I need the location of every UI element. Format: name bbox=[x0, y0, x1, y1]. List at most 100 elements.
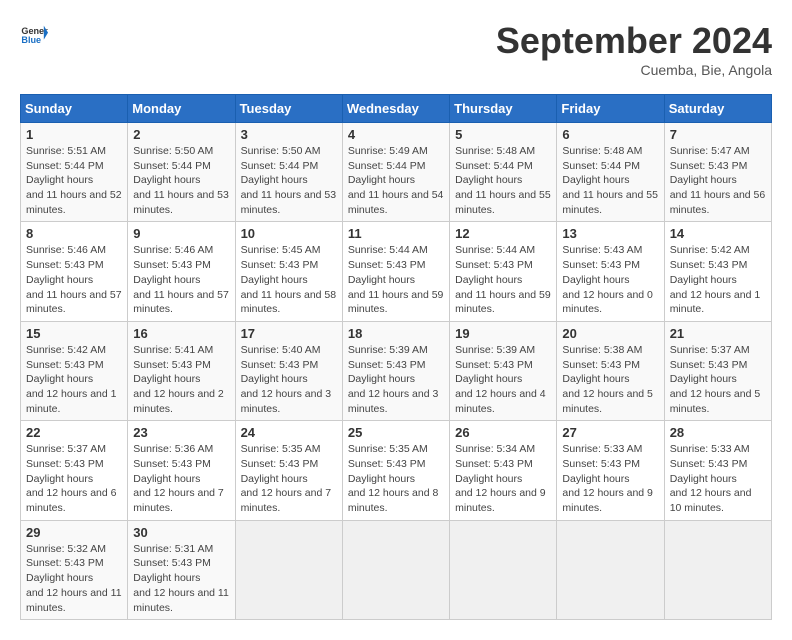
calendar-day-cell: 1 Sunrise: 5:51 AMSunset: 5:44 PMDaylight… bbox=[21, 123, 128, 222]
calendar-day-cell: 15 Sunrise: 5:42 AMSunset: 5:43 PMDayligh… bbox=[21, 321, 128, 420]
day-number: 21 bbox=[670, 326, 766, 341]
page-header: General Blue September 2024 Cuemba, Bie,… bbox=[20, 20, 772, 78]
weekday-header: Tuesday bbox=[235, 95, 342, 123]
logo-icon: General Blue bbox=[20, 20, 48, 48]
calendar-day-cell: 2 Sunrise: 5:50 AMSunset: 5:44 PMDaylight… bbox=[128, 123, 235, 222]
calendar-day-cell: 3 Sunrise: 5:50 AMSunset: 5:44 PMDaylight… bbox=[235, 123, 342, 222]
day-number: 10 bbox=[241, 226, 337, 241]
calendar-day-cell: 29Sunrise: 5:32 AMSunset: 5:43 PMDayligh… bbox=[21, 520, 128, 619]
day-info: Sunrise: 5:42 AMSunset: 5:43 PMDaylight … bbox=[670, 243, 766, 316]
calendar-week-row: 8 Sunrise: 5:46 AMSunset: 5:43 PMDaylight… bbox=[21, 222, 772, 321]
calendar-week-row: 1 Sunrise: 5:51 AMSunset: 5:44 PMDaylight… bbox=[21, 123, 772, 222]
location: Cuemba, Bie, Angola bbox=[496, 62, 772, 78]
day-info: Sunrise: 5:50 AMSunset: 5:44 PMDaylight … bbox=[241, 144, 337, 217]
day-info: Sunrise: 5:33 AMSunset: 5:43 PMDaylight … bbox=[670, 442, 766, 515]
title-section: September 2024 Cuemba, Bie, Angola bbox=[496, 20, 772, 78]
calendar-day-cell: 16 Sunrise: 5:41 AMSunset: 5:43 PMDayligh… bbox=[128, 321, 235, 420]
calendar-day-cell: 17 Sunrise: 5:40 AMSunset: 5:43 PMDayligh… bbox=[235, 321, 342, 420]
calendar-day-cell: 25 Sunrise: 5:35 AMSunset: 5:43 PMDayligh… bbox=[342, 421, 449, 520]
day-number: 26 bbox=[455, 425, 551, 440]
day-info: Sunrise: 5:47 AMSunset: 5:43 PMDaylight … bbox=[670, 144, 766, 217]
day-info: Sunrise: 5:39 AMSunset: 5:43 PMDaylight … bbox=[348, 343, 444, 416]
day-info: Sunrise: 5:36 AMSunset: 5:43 PMDaylight … bbox=[133, 442, 229, 515]
logo: General Blue bbox=[20, 20, 48, 48]
weekday-header: Wednesday bbox=[342, 95, 449, 123]
day-number: 22 bbox=[26, 425, 122, 440]
day-number: 24 bbox=[241, 425, 337, 440]
day-info: Sunrise: 5:46 AMSunset: 5:43 PMDaylight … bbox=[133, 243, 229, 316]
day-info: Sunrise: 5:39 AMSunset: 5:43 PMDaylight … bbox=[455, 343, 551, 416]
day-number: 13 bbox=[562, 226, 658, 241]
svg-text:Blue: Blue bbox=[21, 35, 41, 45]
calendar-day-cell bbox=[235, 520, 342, 619]
calendar-day-cell bbox=[664, 520, 771, 619]
day-info: Sunrise: 5:44 AMSunset: 5:43 PMDaylight … bbox=[455, 243, 551, 316]
day-info: Sunrise: 5:42 AMSunset: 5:43 PMDaylight … bbox=[26, 343, 122, 416]
calendar-day-cell: 26 Sunrise: 5:34 AMSunset: 5:43 PMDayligh… bbox=[450, 421, 557, 520]
day-info: Sunrise: 5:49 AMSunset: 5:44 PMDaylight … bbox=[348, 144, 444, 217]
calendar-day-cell: 27Sunrise: 5:33 AMSunset: 5:43 PMDayligh… bbox=[557, 421, 664, 520]
calendar-day-cell: 20Sunrise: 5:38 AMSunset: 5:43 PMDayligh… bbox=[557, 321, 664, 420]
day-info: Sunrise: 5:31 AMSunset: 5:43 PMDaylight … bbox=[133, 542, 229, 615]
day-info: Sunrise: 5:32 AMSunset: 5:43 PMDaylight … bbox=[26, 542, 122, 615]
day-number: 3 bbox=[241, 127, 337, 142]
calendar-day-cell: 28 Sunrise: 5:33 AMSunset: 5:43 PMDayligh… bbox=[664, 421, 771, 520]
calendar-day-cell bbox=[342, 520, 449, 619]
day-number: 8 bbox=[26, 226, 122, 241]
day-info: Sunrise: 5:33 AMSunset: 5:43 PMDaylight … bbox=[562, 442, 658, 515]
day-info: Sunrise: 5:40 AMSunset: 5:43 PMDaylight … bbox=[241, 343, 337, 416]
day-number: 4 bbox=[348, 127, 444, 142]
day-info: Sunrise: 5:50 AMSunset: 5:44 PMDaylight … bbox=[133, 144, 229, 217]
day-number: 30 bbox=[133, 525, 229, 540]
day-info: Sunrise: 5:37 AMSunset: 5:43 PMDaylight … bbox=[670, 343, 766, 416]
calendar-day-cell: 7 Sunrise: 5:47 AMSunset: 5:43 PMDaylight… bbox=[664, 123, 771, 222]
day-number: 5 bbox=[455, 127, 551, 142]
day-info: Sunrise: 5:35 AMSunset: 5:43 PMDaylight … bbox=[348, 442, 444, 515]
calendar-day-cell: 21 Sunrise: 5:37 AMSunset: 5:43 PMDayligh… bbox=[664, 321, 771, 420]
day-number: 16 bbox=[133, 326, 229, 341]
day-number: 25 bbox=[348, 425, 444, 440]
calendar-day-cell: 8 Sunrise: 5:46 AMSunset: 5:43 PMDaylight… bbox=[21, 222, 128, 321]
day-number: 20 bbox=[562, 326, 658, 341]
calendar-day-cell: 12 Sunrise: 5:44 AMSunset: 5:43 PMDayligh… bbox=[450, 222, 557, 321]
calendar-day-cell: 13 Sunrise: 5:43 AMSunset: 5:43 PMDayligh… bbox=[557, 222, 664, 321]
day-number: 7 bbox=[670, 127, 766, 142]
day-info: Sunrise: 5:48 AMSunset: 5:44 PMDaylight … bbox=[455, 144, 551, 217]
weekday-header: Sunday bbox=[21, 95, 128, 123]
day-number: 11 bbox=[348, 226, 444, 241]
day-number: 28 bbox=[670, 425, 766, 440]
day-number: 2 bbox=[133, 127, 229, 142]
day-info: Sunrise: 5:35 AMSunset: 5:43 PMDaylight … bbox=[241, 442, 337, 515]
calendar-day-cell: 14 Sunrise: 5:42 AMSunset: 5:43 PMDayligh… bbox=[664, 222, 771, 321]
day-number: 23 bbox=[133, 425, 229, 440]
day-info: Sunrise: 5:34 AMSunset: 5:43 PMDaylight … bbox=[455, 442, 551, 515]
calendar-day-cell bbox=[557, 520, 664, 619]
calendar-day-cell: 10Sunrise: 5:45 AMSunset: 5:43 PMDayligh… bbox=[235, 222, 342, 321]
day-info: Sunrise: 5:51 AMSunset: 5:44 PMDaylight … bbox=[26, 144, 122, 217]
calendar-day-cell: 4 Sunrise: 5:49 AMSunset: 5:44 PMDaylight… bbox=[342, 123, 449, 222]
calendar-day-cell: 5 Sunrise: 5:48 AMSunset: 5:44 PMDaylight… bbox=[450, 123, 557, 222]
day-info: Sunrise: 5:48 AMSunset: 5:44 PMDaylight … bbox=[562, 144, 658, 217]
day-number: 15 bbox=[26, 326, 122, 341]
day-number: 19 bbox=[455, 326, 551, 341]
day-info: Sunrise: 5:43 AMSunset: 5:43 PMDaylight … bbox=[562, 243, 658, 316]
calendar-week-row: 29Sunrise: 5:32 AMSunset: 5:43 PMDayligh… bbox=[21, 520, 772, 619]
calendar-header-row: SundayMondayTuesdayWednesdayThursdayFrid… bbox=[21, 95, 772, 123]
day-number: 1 bbox=[26, 127, 122, 142]
calendar-day-cell: 9 Sunrise: 5:46 AMSunset: 5:43 PMDaylight… bbox=[128, 222, 235, 321]
calendar-day-cell bbox=[450, 520, 557, 619]
calendar-day-cell: 23 Sunrise: 5:36 AMSunset: 5:43 PMDayligh… bbox=[128, 421, 235, 520]
calendar-day-cell: 19 Sunrise: 5:39 AMSunset: 5:43 PMDayligh… bbox=[450, 321, 557, 420]
day-info: Sunrise: 5:46 AMSunset: 5:43 PMDaylight … bbox=[26, 243, 122, 316]
day-number: 9 bbox=[133, 226, 229, 241]
day-number: 12 bbox=[455, 226, 551, 241]
calendar-week-row: 15 Sunrise: 5:42 AMSunset: 5:43 PMDayligh… bbox=[21, 321, 772, 420]
day-number: 17 bbox=[241, 326, 337, 341]
calendar-day-cell: 22Sunrise: 5:37 AMSunset: 5:43 PMDayligh… bbox=[21, 421, 128, 520]
calendar-day-cell: 24 Sunrise: 5:35 AMSunset: 5:43 PMDayligh… bbox=[235, 421, 342, 520]
day-info: Sunrise: 5:41 AMSunset: 5:43 PMDaylight … bbox=[133, 343, 229, 416]
calendar-table: SundayMondayTuesdayWednesdayThursdayFrid… bbox=[20, 94, 772, 620]
day-number: 14 bbox=[670, 226, 766, 241]
day-number: 18 bbox=[348, 326, 444, 341]
weekday-header: Thursday bbox=[450, 95, 557, 123]
